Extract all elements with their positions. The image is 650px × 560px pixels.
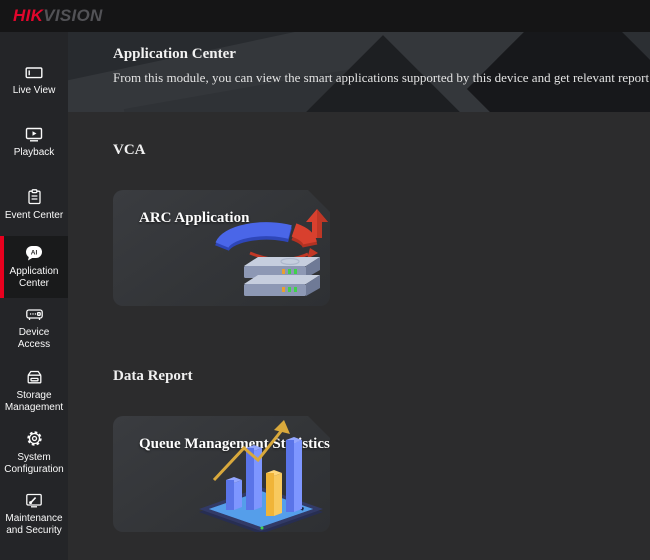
- top-bar: HIKVISION: [0, 0, 650, 32]
- card-queue-management-statistics[interactable]: Queue Management Statistics: [113, 416, 330, 532]
- application-center-icon: AI: [25, 245, 43, 261]
- system-configuration-icon: [26, 430, 43, 447]
- maintenance-security-icon: [25, 493, 43, 508]
- playback-icon: [25, 127, 43, 142]
- logo-hik-text: HIK: [13, 6, 43, 25]
- page-header-banner: Application Center From this module, you…: [68, 32, 650, 112]
- sidebar-item-label: Event Center: [5, 210, 63, 222]
- sidebar-item-storage-management[interactable]: Storage Management: [0, 360, 68, 422]
- storage-management-icon: [26, 369, 43, 385]
- sidebar-item-label: Playback: [14, 147, 55, 159]
- section-title: Data Report: [113, 368, 650, 386]
- sidebar-item-event-center[interactable]: Event Center: [0, 174, 68, 236]
- sidebar-item-maintenance-security[interactable]: Maintenance and Security: [0, 484, 68, 546]
- logo-vision-text: VISION: [43, 6, 102, 25]
- sidebar-item-label: Device Access: [2, 327, 66, 351]
- sidebar-item-label: Application Center: [2, 266, 66, 290]
- page-title: Application Center: [113, 46, 236, 63]
- page-description: From this module, you can view the smart…: [113, 70, 650, 86]
- applications-area: VCA ARC Application: [68, 112, 650, 532]
- bar-chart-tablet-illustration: [196, 418, 326, 536]
- event-center-icon: [27, 189, 42, 205]
- sidebar-item-playback[interactable]: Playback: [0, 112, 68, 174]
- sidebar-item-system-configuration[interactable]: System Configuration: [0, 422, 68, 484]
- section-data-report: Data Report Queue Management Statistics: [113, 368, 650, 532]
- section-vca: VCA ARC Application: [113, 142, 650, 306]
- arc-servers-illustration: [206, 208, 328, 304]
- main-content: Application Center From this module, you…: [68, 32, 650, 560]
- sidebar-item-live-view[interactable]: Live View: [0, 50, 68, 112]
- section-title: VCA: [113, 142, 650, 160]
- sidebar-item-application-center[interactable]: AI Application Center: [0, 236, 68, 298]
- sidebar-item-label: Storage Management: [2, 390, 66, 414]
- sidebar-item-label: Maintenance and Security: [2, 513, 66, 537]
- app-window: HIKVISION Live View Playback: [0, 0, 650, 560]
- ai-glyph: AI: [31, 249, 38, 256]
- sidebar-item-label: Live View: [13, 85, 56, 97]
- hikvision-logo: HIKVISION: [13, 6, 103, 26]
- live-view-icon: [25, 65, 43, 80]
- sidebar-item-device-access[interactable]: Device Access: [0, 298, 68, 360]
- device-access-icon: [25, 307, 44, 322]
- sidebar-nav: Live View Playback Event Center: [0, 32, 68, 560]
- sidebar-item-label: System Configuration: [2, 452, 66, 476]
- card-arc-application[interactable]: ARC Application: [113, 190, 330, 306]
